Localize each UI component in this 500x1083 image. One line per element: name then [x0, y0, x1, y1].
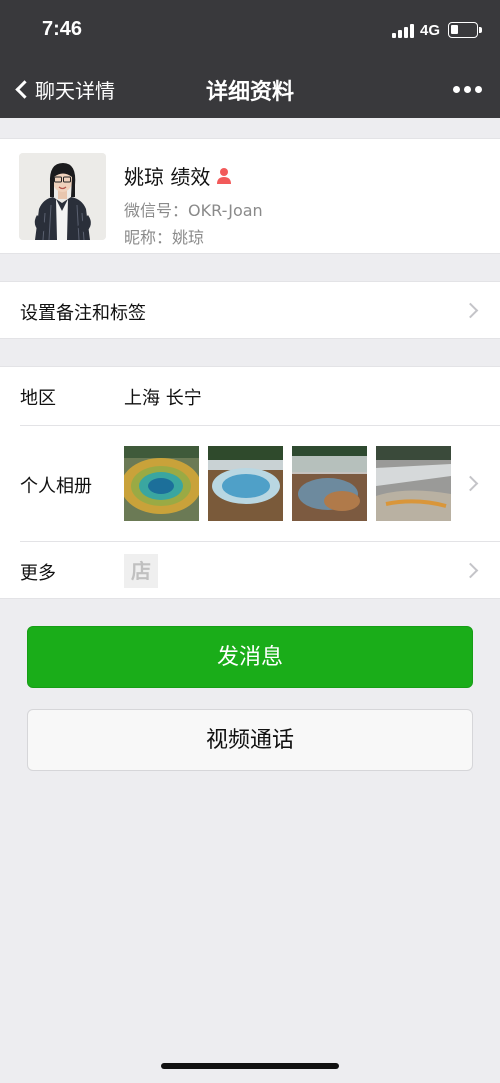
avatar[interactable] [19, 153, 106, 240]
name-line: 姚琼 绩效 [124, 161, 232, 190]
top-header: 7:46 4G 聊天详情 详细资料 [0, 0, 500, 118]
status-bar: 7:46 4G [0, 0, 500, 62]
chevron-right-icon [462, 475, 479, 492]
remark-label: 设置备注和标签 [20, 303, 146, 324]
wechat-id: 微信号：OKR-Joan [124, 197, 263, 221]
region-label: 地区 [20, 388, 56, 409]
nav-bar: 聊天详情 详细资料 [0, 62, 500, 118]
female-person-icon [217, 167, 232, 184]
profile-card[interactable]: 姚琼 绩效 微信号：OKR-Joan 昵称：姚琼 [0, 138, 500, 254]
region-value: 上海 长宁 [124, 388, 202, 409]
nickname-value: 姚琼 [172, 228, 205, 247]
more-dots-icon[interactable] [453, 86, 482, 93]
region-row: 地区 上海 长宁 [0, 367, 500, 425]
album-label: 个人相册 [20, 476, 92, 497]
remark-row[interactable]: 设置备注和标签 [0, 281, 500, 339]
home-indicator [161, 1063, 339, 1069]
more-label: 更多 [20, 563, 56, 584]
chevron-right-icon [462, 302, 479, 319]
album-photo-4[interactable] [376, 446, 451, 521]
status-time: 7:46 [42, 18, 83, 40]
send-message-button[interactable]: 发消息 [27, 626, 473, 688]
album-row[interactable]: 个人相册 [0, 426, 500, 541]
signal-icon [392, 24, 414, 38]
album-photo-3[interactable] [292, 446, 367, 521]
network-type: 4G [420, 22, 441, 39]
details-group: 地区 上海 长宁 个人相册 更多 店 [0, 366, 500, 599]
album-photo-2[interactable] [208, 446, 283, 521]
wechat-id-value: OKR-Joan [188, 201, 263, 220]
contact-name: 姚琼 绩效 [124, 165, 211, 189]
chevron-right-icon [462, 562, 479, 579]
wechat-id-label: 微信号： [124, 201, 189, 220]
album-photo-1[interactable] [124, 446, 199, 521]
nickname-label: 昵称： [124, 228, 173, 247]
video-call-button[interactable]: 视频通话 [27, 709, 473, 771]
shop-icon: 店 [124, 554, 158, 588]
nickname: 昵称：姚琼 [124, 224, 204, 248]
more-row[interactable]: 更多 店 [0, 542, 500, 600]
battery-icon [448, 22, 482, 38]
page-title: 详细资料 [205, 80, 294, 105]
